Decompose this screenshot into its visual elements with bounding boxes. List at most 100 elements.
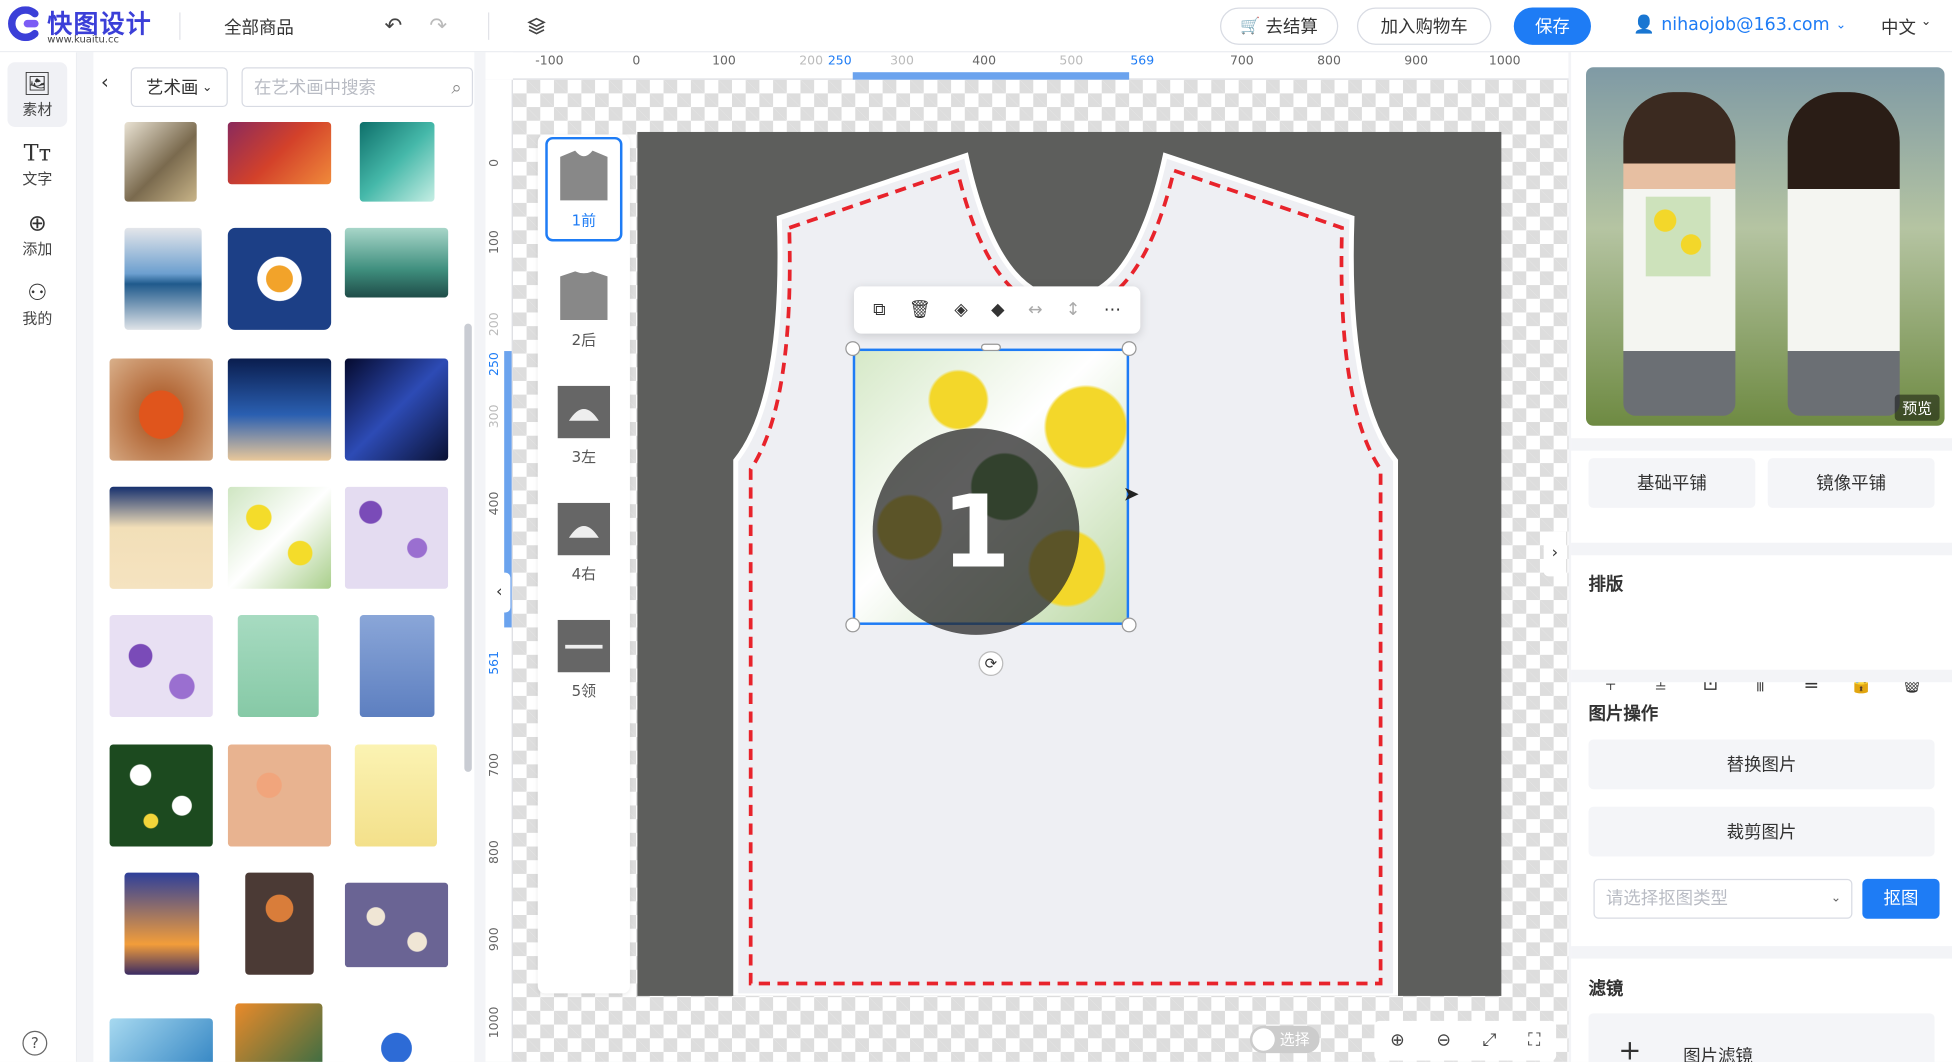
asset-thumb-purple-flowers[interactable] [344, 486, 449, 589]
user-icon: ⚇ [27, 279, 48, 306]
layers-icon[interactable] [524, 14, 549, 39]
piece-item-front[interactable]: 1前 [545, 136, 623, 242]
piece-label: 3左 [571, 448, 597, 466]
asset-thumb-leaves[interactable] [124, 122, 197, 202]
zoom-out-icon[interactable]: ⊖ [1436, 1031, 1451, 1051]
cart-icon: 🛒 [1240, 16, 1261, 36]
piece-label: 4右 [571, 565, 597, 583]
language-label: 中文 [1881, 18, 1916, 39]
ruler-tick: 900 [488, 927, 502, 952]
toggle-knob [1252, 1028, 1275, 1051]
replace-image-label: 替换图片 [1726, 755, 1797, 776]
preview-image[interactable]: 预览 [1586, 67, 1945, 426]
resize-handle-n[interactable] [980, 343, 1001, 352]
help-icon[interactable]: ? [22, 1030, 48, 1056]
divider [1571, 946, 1952, 959]
chevron-left-icon[interactable]: ‹ [101, 70, 109, 94]
asset-thumb-orange-leaves[interactable] [235, 1003, 323, 1062]
logo-icon[interactable] [7, 6, 42, 42]
asset-thumb-fairy[interactable] [109, 486, 213, 589]
asset-thumb-orange-floral[interactable] [227, 744, 332, 847]
rotate-icon[interactable]: ⟳ [978, 651, 1004, 676]
add-to-cart-label: 加入购物车 [1380, 17, 1468, 38]
asset-thumb-daffodils[interactable] [354, 744, 437, 847]
piece-item-collar[interactable]: 5领 [545, 610, 622, 710]
ruler-tick: 250 [488, 352, 502, 376]
copy-icon[interactable]: ⧉ [873, 300, 885, 320]
resize-handle-se[interactable] [1121, 617, 1137, 633]
left-rail: 🖼 素材 Tт 文字 ⊕ 添加 ⚇ 我的 ? [0, 52, 78, 1062]
select-toggle[interactable]: 选择 [1249, 1025, 1320, 1054]
asset-thumb-lemons[interactable] [227, 486, 332, 589]
image-filter-card[interactable]: + 图片滤镜 [1588, 1013, 1935, 1062]
asset-thumb-daisies-blue[interactable] [359, 614, 435, 718]
more-icon[interactable]: ⋯ [1104, 300, 1121, 320]
asset-thumb-lake-person[interactable] [344, 227, 449, 298]
ruler-tick: 400 [972, 54, 997, 69]
save-label: 保存 [1534, 17, 1570, 38]
rail-item-assets[interactable]: 🖼 素材 [7, 62, 68, 127]
object-toolbar: ⧉ 🗑 ◈ ◆ ↔ ↕ ⋯ [854, 286, 1141, 334]
panel-scrollbar[interactable] [464, 323, 472, 772]
cutout-button[interactable]: 抠图 [1862, 878, 1940, 919]
flip-vertical-icon[interactable]: ↕ [1066, 300, 1081, 320]
user-menu[interactable]: 👤 nihaojob@163.com ⌄ [1633, 15, 1846, 35]
layer-down-icon[interactable]: ◆ [991, 300, 1004, 320]
layer-up-icon[interactable]: ◈ [954, 300, 967, 320]
asset-thumb-purple-pattern[interactable] [344, 882, 449, 968]
fullscreen-icon[interactable]: ⛶ [1528, 1031, 1540, 1051]
ruler-tick: 561 [488, 650, 502, 675]
mirror-tile-button[interactable]: 镜像平铺 [1767, 458, 1935, 508]
all-products-link[interactable]: 全部商品 [224, 15, 294, 40]
ruler-tick: 300 [890, 54, 914, 69]
asset-thumb-pink-blossom[interactable] [237, 614, 319, 718]
rail-item-mine[interactable]: ⚇ 我的 [7, 271, 67, 336]
category-select[interactable]: 艺术画 ⌄ [130, 67, 228, 108]
crop-image-button[interactable]: 裁剪图片 [1588, 806, 1935, 857]
cutout-type-select[interactable]: 请选择抠图类型 ⌄ [1593, 878, 1853, 919]
asset-thumb-blue-water[interactable] [109, 1018, 213, 1062]
zoom-in-icon[interactable]: ⊕ [1390, 1031, 1405, 1051]
resize-handle-ne[interactable] [1121, 341, 1137, 357]
asset-thumb-city-night[interactable] [124, 872, 200, 975]
chevron-left-icon[interactable]: ‹ [488, 572, 511, 613]
asset-thumb-still-life[interactable] [245, 872, 314, 975]
asset-thumb-blue-tile[interactable] [227, 227, 332, 330]
replace-image-button[interactable]: 替换图片 [1588, 739, 1935, 790]
asset-thumb-violets[interactable] [109, 614, 213, 718]
piece-item-right[interactable]: 4右 [545, 493, 622, 593]
preview-label[interactable]: 预览 [1894, 394, 1940, 421]
add-to-cart-button[interactable]: 加入购物车 [1356, 7, 1492, 45]
search-input[interactable]: 在艺术画中搜索 ⌕ [241, 67, 474, 108]
resize-handle-nw[interactable] [845, 341, 861, 357]
piece-thumb [557, 149, 611, 202]
language-select[interactable]: 中文 ⌄ [1881, 15, 1931, 40]
asset-thumb-blue-flowers[interactable] [344, 1003, 449, 1062]
asset-thumb-mountains[interactable] [124, 227, 202, 330]
save-button[interactable]: 保存 [1513, 7, 1591, 45]
asset-thumb-abstract-red[interactable] [227, 122, 332, 185]
fit-screen-icon[interactable]: ⤢ [1483, 1031, 1497, 1051]
asset-thumb-pumpkin[interactable] [109, 358, 213, 461]
undo-icon[interactable]: ↶ [381, 14, 406, 39]
piece-item-left[interactable]: 3左 [545, 376, 622, 476]
asset-thumb-teal-wave[interactable] [359, 122, 435, 202]
flip-horizontal-icon[interactable]: ↔ [1028, 300, 1043, 320]
rail-item-text[interactable]: Tт 文字 [7, 132, 67, 197]
asset-thumb-night-sky[interactable] [227, 358, 332, 461]
chevron-right-icon[interactable]: › [1543, 531, 1567, 577]
search-icon: ⌕ [451, 75, 462, 99]
resize-handle-sw[interactable] [845, 617, 861, 633]
mirror-tile-label: 镜像平铺 [1816, 474, 1887, 495]
ruler-tick: 1000 [1488, 54, 1521, 69]
redo-icon[interactable]: ↷ [426, 14, 451, 39]
asset-thumb-daisy-field[interactable] [109, 744, 213, 847]
basic-tile-button[interactable]: 基础平铺 [1588, 458, 1756, 508]
rail-item-add[interactable]: ⊕ 添加 [7, 202, 67, 267]
asset-thumb-galaxy-path[interactable] [344, 358, 449, 461]
piece-item-back[interactable]: 2后 [545, 259, 622, 359]
trash-icon[interactable]: 🗑 [909, 300, 931, 320]
preview-print [1645, 196, 1711, 277]
checkout-button[interactable]: 🛒 去结算 [1220, 7, 1339, 45]
preview-model-back [1787, 92, 1900, 416]
